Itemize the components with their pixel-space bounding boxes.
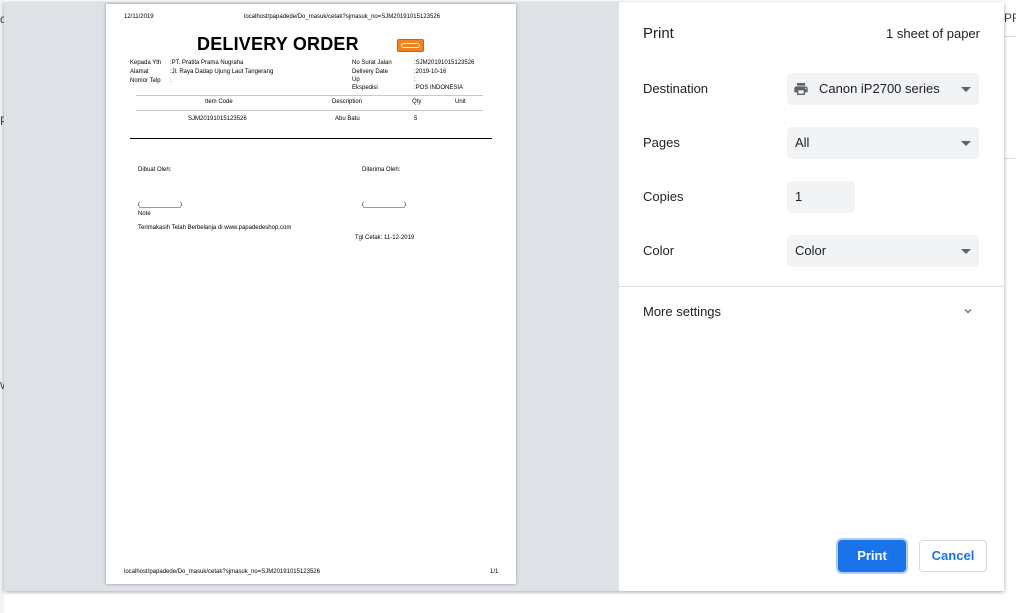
received-by-label: Diterima Oleh: [362,167,401,173]
dialog-title: Print [643,25,674,42]
print-settings-panel: Print 1 sheet of paper Destination Canon… [619,2,1004,591]
preview-page: 12/11/2019 localhost/papadede/Do_masuk/c… [106,4,516,584]
info-value: : [170,78,172,84]
info-label: Kepada Yth [130,60,162,66]
more-settings-toggle[interactable]: More settings [643,304,721,319]
thanks-text: Terimakasih Telah Berbelanja di www.papa… [138,225,292,231]
caret-down-icon [961,141,971,146]
copies-input[interactable]: 1 [787,181,855,213]
table-header: Qty [412,99,422,105]
chevron-down-icon[interactable] [961,304,975,318]
table-header: Item Code [205,99,233,105]
color-label: Color [643,243,675,258]
background-text-fragment: PR [1004,11,1016,25]
info-value: :2019-10-16 [414,69,447,75]
pages-value: All [795,135,810,150]
signature-line-left: (____________) [138,202,183,208]
info-value: :SJM20191015123526 [414,60,475,66]
table-header: Unit [455,99,466,105]
table-cell: SJM20191015123526 [188,116,247,122]
color-value: Color [795,243,827,258]
table-header-rule [136,110,483,111]
table-header: Description [332,99,363,105]
footer-url: localhost/papadede/Do_masuk/cetak?sjmasu… [124,569,320,575]
caret-down-icon [961,87,971,92]
destination-select[interactable]: Canon iP2700 series [787,73,979,105]
sheet-count: 1 sheet of paper [886,26,980,41]
header-date: 12/11/2019 [124,14,154,20]
color-select[interactable]: Color [787,235,979,267]
table-top-rule [136,95,483,96]
print-button[interactable]: Print [838,540,906,572]
print-date: Tgl Cetak: 11-12-2019 [355,235,415,241]
table-cell: Abu Batu [335,116,360,122]
info-value: :POS INDONESIA [414,85,464,91]
pages-label: Pages [643,135,680,150]
settings-divider [619,286,1004,287]
info-label: Ekspedisi [352,85,378,91]
company-logo [397,39,424,52]
info-value: : [414,77,416,83]
destination-value: Canon iP2700 series [819,81,940,96]
caret-down-icon [961,249,971,254]
info-value: :Jl. Raya Dadap Ujung Laut Tangerang [170,69,274,75]
background-divider [1004,158,1016,159]
background-divider [1004,36,1016,37]
print-dialog: 12/11/2019 localhost/papadede/Do_masuk/c… [4,2,1004,591]
footer-page-number: 1/1 [490,569,499,575]
printer-icon [794,83,808,95]
pages-select[interactable]: All [787,127,979,159]
destination-label: Destination [643,81,709,96]
print-preview-area[interactable]: 12/11/2019 localhost/papadede/Do_masuk/c… [4,2,619,591]
cancel-button[interactable]: Cancel [919,540,987,572]
info-label: Nomor Telp [130,78,161,84]
signature-line-right: (____________) [362,202,407,208]
document-title: DELIVERY ORDER [197,34,359,54]
info-label: Up [352,77,360,83]
info-value: :PT. Pratita Prama Nugraha [170,60,244,66]
note-label: Note [138,211,151,217]
info-label: Delivery Date [352,69,389,75]
info-label: Alamat [130,69,149,75]
table-bottom-rule [130,138,492,139]
table-cell: 5 [414,116,418,122]
copies-label: Copies [643,189,684,204]
header-url: localhost/papadede/Do_masuk/cetak?sjmasu… [244,14,440,20]
info-label: No Surat Jalan [352,60,392,66]
copies-value: 1 [795,189,803,204]
made-by-label: Dibuat Oleh: [138,167,172,173]
